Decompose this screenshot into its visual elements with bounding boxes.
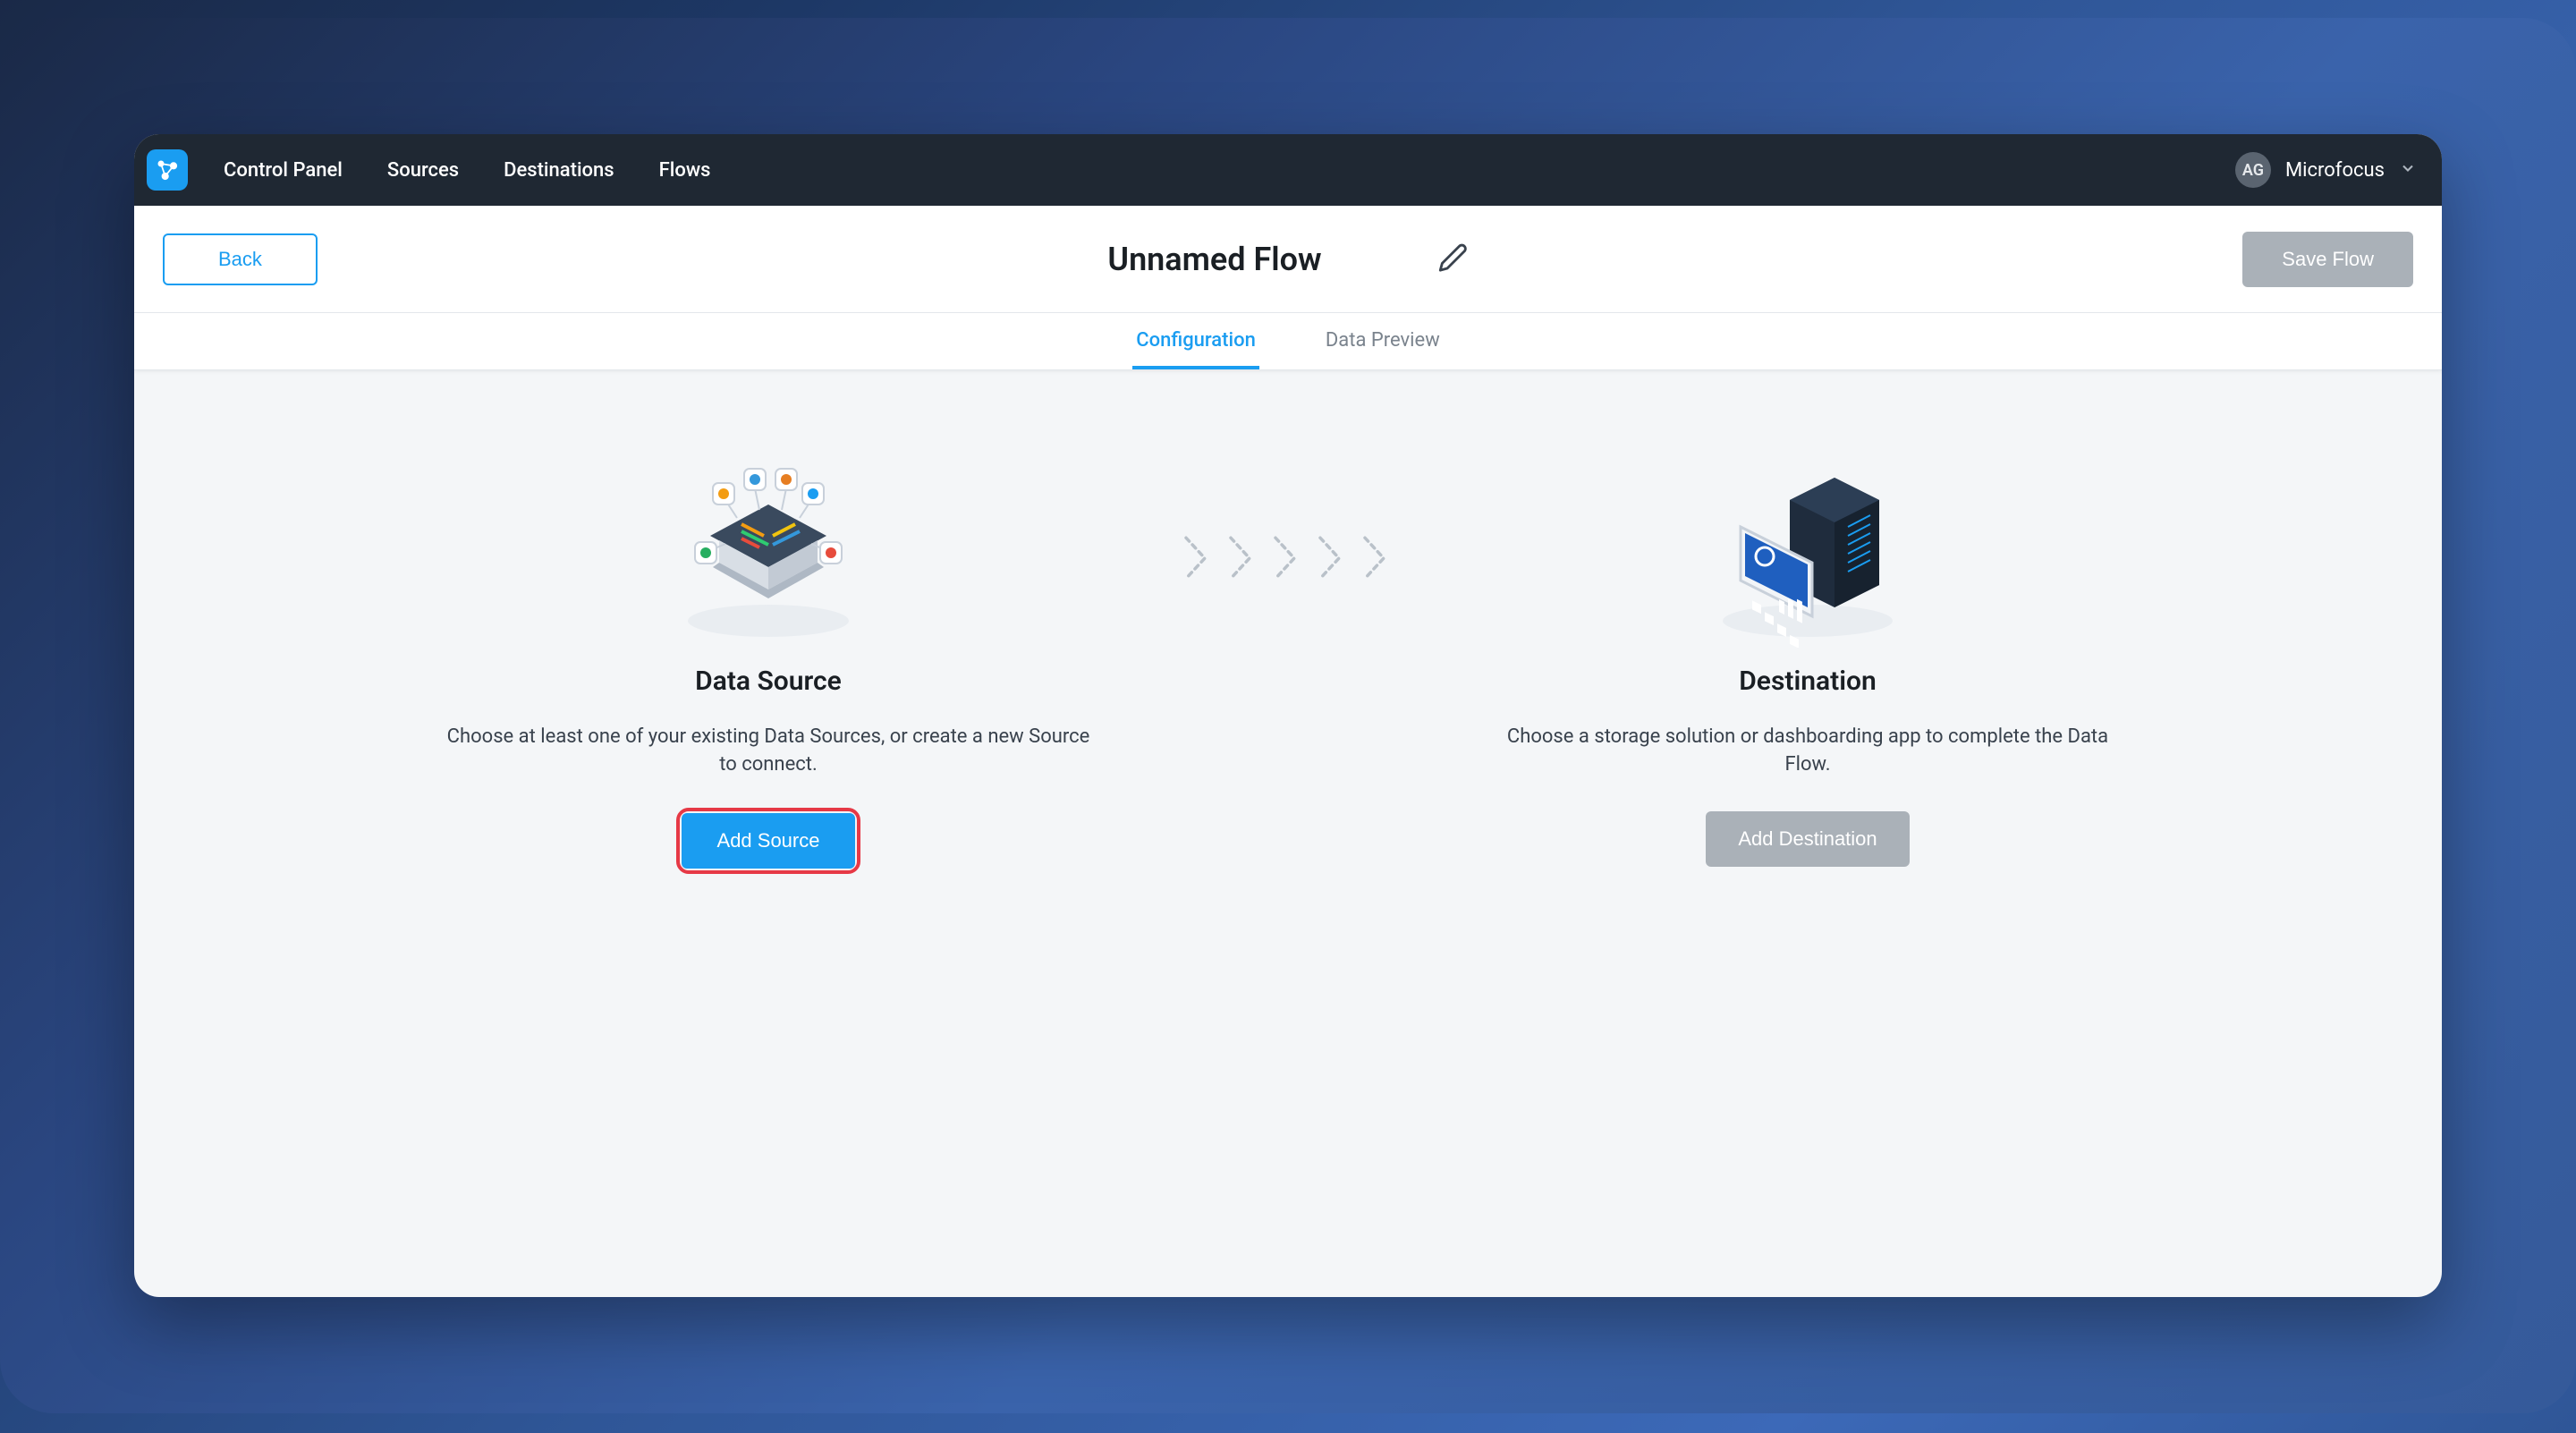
edit-icon[interactable] <box>1438 242 1469 276</box>
chevron-right-icon <box>1359 531 1396 585</box>
flow-direction-arrows <box>1180 531 1396 585</box>
nav-sources[interactable]: Sources <box>387 159 459 182</box>
user-menu[interactable]: AG Microfocus <box>2235 152 2417 188</box>
data-source-panel: Data Source Choose at least one of your … <box>411 451 1126 870</box>
add-destination-button[interactable]: Add Destination <box>1706 811 1909 867</box>
data-source-illustration <box>670 451 867 648</box>
logo-icon <box>155 157 180 182</box>
destination-illustration <box>1709 451 1906 648</box>
app-logo[interactable] <box>147 149 188 191</box>
app-window: Control Panel Sources Destinations Flows… <box>134 134 2442 1297</box>
destination-title: Destination <box>1739 666 1876 697</box>
org-name: Microfocus <box>2285 159 2385 182</box>
add-source-button[interactable]: Add Source <box>682 813 856 869</box>
destination-panel: Destination Choose a storage solution or… <box>1450 451 2165 867</box>
tabs: Configuration Data Preview <box>134 313 2442 370</box>
data-source-title: Data Source <box>695 666 842 697</box>
outer-frame: Control Panel Sources Destinations Flows… <box>0 18 2576 1413</box>
top-nav: Control Panel Sources Destinations Flows… <box>134 134 2442 206</box>
content-area: Data Source Choose at least one of your … <box>134 370 2442 1297</box>
data-source-desc: Choose at least one of your existing Dat… <box>446 724 1090 779</box>
avatar: AG <box>2235 152 2271 188</box>
chevron-right-icon <box>1224 531 1262 585</box>
chevron-down-icon <box>2399 159 2417 181</box>
page-title: Unnamed Flow <box>1107 241 1321 278</box>
chevron-right-icon <box>1314 531 1352 585</box>
destination-desc: Choose a storage solution or dashboardin… <box>1486 724 2130 779</box>
nav-destinations[interactable]: Destinations <box>504 159 614 182</box>
nav-flows[interactable]: Flows <box>659 159 711 182</box>
nav-control-panel[interactable]: Control Panel <box>224 159 343 182</box>
nav-links: Control Panel Sources Destinations Flows <box>224 159 710 182</box>
chevron-right-icon <box>1269 531 1307 585</box>
title-center: Unnamed Flow <box>1107 241 1468 278</box>
back-button[interactable]: Back <box>163 233 318 285</box>
title-bar: Back Unnamed Flow Save Flow <box>134 206 2442 313</box>
tab-data-preview[interactable]: Data Preview <box>1322 313 1444 369</box>
chevron-right-icon <box>1180 531 1217 585</box>
save-flow-button[interactable]: Save Flow <box>2242 232 2413 287</box>
tab-configuration[interactable]: Configuration <box>1132 313 1259 369</box>
add-source-highlight: Add Source <box>680 811 858 870</box>
